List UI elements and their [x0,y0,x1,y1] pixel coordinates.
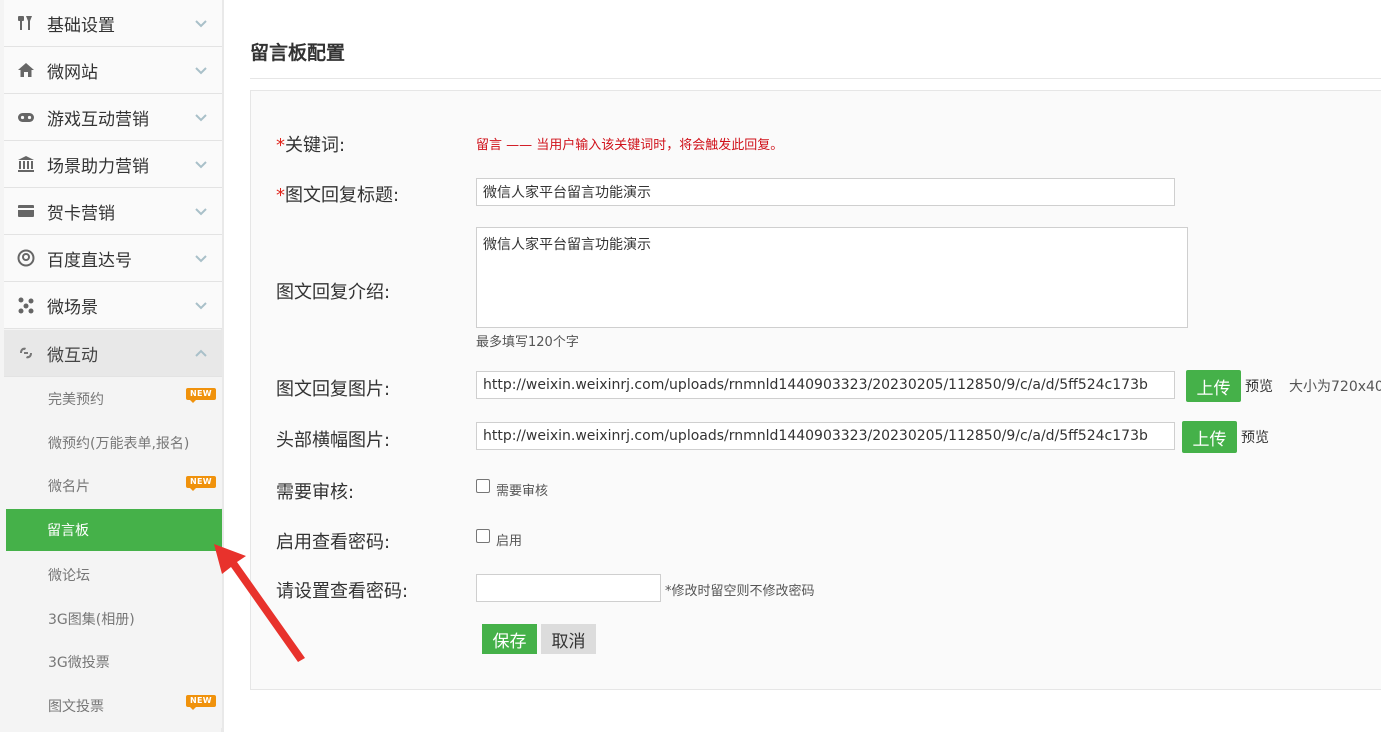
page-title: 留言板配置 [250,42,346,64]
chevron-down-icon [195,255,207,263]
sidebar-menu-micro-interaction[interactable]: 微互动 [4,330,222,377]
sidebar-menu-greeting-card[interactable]: 贺卡营销 [4,188,222,235]
submenu-item-label: 图文投票 [48,699,104,715]
gamepad-icon [16,107,36,127]
submenu-item-3g-vote[interactable]: 3G微投票 [4,640,222,684]
title-label-text: 图文回复标题: [285,185,400,206]
intro-label: 图文回复介绍: [276,282,391,303]
submenu-item-label: 完美预约 [48,392,104,408]
sidebar-menu-game-marketing[interactable]: 游戏互动营销 [4,94,222,141]
password-note: *修改时留空则不修改密码 [665,584,815,599]
review-checkbox[interactable] [476,479,490,493]
sidebar-menu-label: 微网站 [47,62,98,83]
password-enable-checkbox[interactable] [476,529,490,543]
image-size-note: 大小为720x40 [1289,379,1381,395]
sidebar-menu-label: 场景助力营销 [47,156,149,177]
title-input[interactable]: 微信人家平台留言功能演示 [476,178,1175,206]
tools-icon [16,13,36,33]
title-divider [250,78,1381,79]
sidebar-menu-basic-settings[interactable]: 基础设置 [4,0,222,47]
save-button[interactable]: 保存 [482,624,537,654]
banner-preview-link[interactable]: 预览 [1241,427,1269,447]
image-upload-button[interactable]: 上传 [1186,370,1241,402]
submenu-item-micro-forum[interactable]: 微论坛 [4,553,222,597]
keyword-label-text: 关键词: [285,135,346,156]
chevron-down-icon [195,67,207,75]
banner-label: 头部横幅图片: [276,430,391,451]
sidebar-menu-baidu[interactable]: 百度直达号 [4,235,222,282]
new-badge: NEW [186,695,216,710]
password-input[interactable] [476,574,661,602]
chevron-down-icon [195,114,207,122]
chevron-down-icon [195,161,207,169]
banner-url-input[interactable]: http://weixin.weixinrj.com/uploads/rnmnl… [476,422,1175,450]
banner-upload-button[interactable]: 上传 [1182,421,1237,453]
image-label: 图文回复图片: [276,379,391,400]
submenu-item-micro-booking[interactable]: 微预约(万能表单,报名) [4,421,222,465]
keyword-label: *关键词: [276,131,345,157]
submenu-item-perfect-booking[interactable]: 完美预约 NEW [4,377,222,421]
chevron-down-icon [195,20,207,28]
required-mark: * [276,185,285,206]
home-icon [16,60,36,80]
sidebar-menu-label: 贺卡营销 [47,203,115,224]
keyword-hint: 留言 —— 当用户输入该关键词时，将会触发此回复。 [476,138,784,153]
image-url-input[interactable]: http://weixin.weixinrj.com/uploads/rnmnl… [476,371,1175,399]
sidebar-menu-micro-scene[interactable]: 微场景 [4,282,222,329]
submenu-item-micro-card[interactable]: 微名片 NEW [4,464,222,508]
sidebar-menu-label: 微场景 [47,297,98,318]
review-label: 需要审核: [276,482,355,503]
sidebar-menu-scene-marketing[interactable]: 场景助力营销 [4,141,222,188]
intro-textarea[interactable]: 微信人家平台留言功能演示 [476,227,1188,328]
submenu-item-label: 微论坛 [48,568,90,584]
image-preview-link[interactable]: 预览 [1245,376,1273,396]
molecule-icon [16,295,36,315]
new-badge: NEW [186,388,216,403]
card-icon [16,201,36,221]
submenu-item-label: 3G微投票 [48,655,110,671]
submenu-item-label: 微预约(万能表单,报名) [48,436,190,452]
chevron-up-icon [195,349,207,357]
required-mark: * [276,135,285,156]
sidebar: 基础设置 微网站 游戏互动营销 场景助力营销 贺卡营销 百度直达号 微场景 微互… [0,0,224,732]
review-option-label: 需要审核 [496,484,549,499]
interact-icon [16,343,36,363]
new-badge: NEW [186,476,216,491]
sidebar-menu-label: 游戏互动营销 [47,109,149,130]
intro-note: 最多填写120个字 [476,335,579,350]
submenu-item-label: 3G图集(相册) [48,612,135,628]
target-icon [16,248,36,268]
annotation-arrow-icon [214,544,305,662]
title-label: *图文回复标题: [276,181,399,207]
sidebar-menu-label: 百度直达号 [47,250,132,271]
sidebar-menu-micro-site[interactable]: 微网站 [4,47,222,94]
submenu-item-graphic-vote[interactable]: 图文投票 NEW [4,684,222,728]
submenu-item-label: 微名片 [48,479,90,495]
password-enable-option-label: 启用 [496,534,523,549]
bank-icon [16,154,36,174]
chevron-down-icon [195,302,207,310]
submenu-item-3g-gallery[interactable]: 3G图集(相册) [4,597,222,641]
chevron-down-icon [195,208,207,216]
submenu-item-label: 留言板 [47,523,89,539]
sidebar-menu-label: 微互动 [47,345,98,366]
submenu-item-message-board[interactable]: 留言板 [6,509,222,551]
sidebar-menu-label: 基础设置 [47,15,115,36]
cancel-button[interactable]: 取消 [541,624,596,654]
